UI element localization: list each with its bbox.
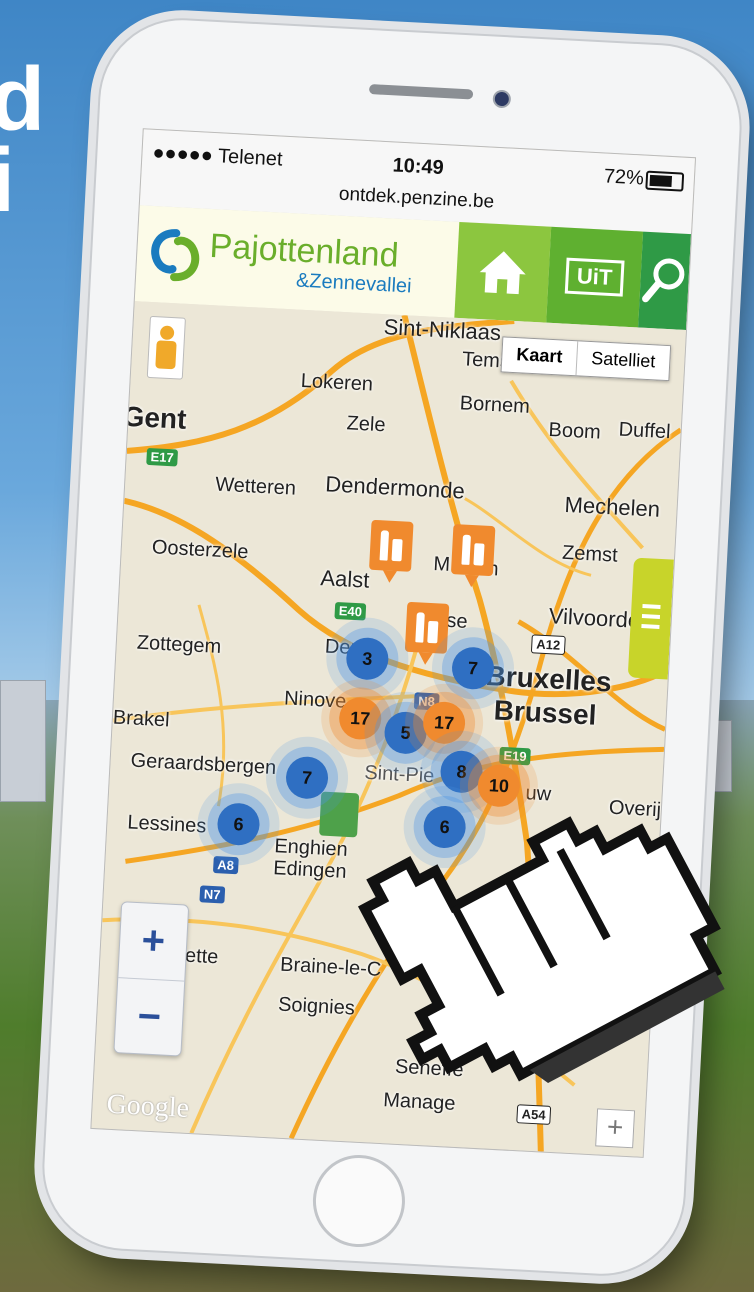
place-label: Gent <box>121 400 188 435</box>
place-label: Mechelen <box>564 491 661 522</box>
place-label: Zemst <box>561 541 619 567</box>
zoom-in-button[interactable]: + <box>118 902 189 982</box>
uit-icon: UiT <box>564 257 625 297</box>
beer-marker[interactable] <box>369 519 414 572</box>
place-label: Lokeren <box>300 369 374 396</box>
phone-camera <box>492 89 512 109</box>
road-shield: N7 <box>199 885 225 904</box>
place-label: Bruxelles <box>484 659 613 698</box>
place-label: Zottegem <box>136 631 222 659</box>
place-label: se <box>445 609 469 633</box>
place-label: Bornem <box>459 392 531 418</box>
beer-marker[interactable] <box>404 601 450 654</box>
place-label: Vilvoorde <box>548 603 641 633</box>
place-label: Ninove <box>283 687 347 713</box>
home-button[interactable] <box>310 1152 408 1250</box>
road-shield: A8 <box>212 855 239 875</box>
zoom-out-button[interactable]: − <box>114 978 184 1056</box>
place-label: Duffel <box>618 418 672 444</box>
search-nav-button[interactable] <box>638 231 692 330</box>
road-shield: E40 <box>334 601 367 621</box>
place-label: Lessines <box>126 811 207 838</box>
zoom-control: + − <box>113 901 190 1057</box>
battery-percent: 72% <box>603 165 645 190</box>
beer-marker[interactable] <box>450 524 496 577</box>
cluster-count: 3 <box>361 647 373 669</box>
cluster-count: 6 <box>233 813 245 834</box>
background-text: di <box>0 50 45 231</box>
logo-name: Pajottenland <box>208 226 400 275</box>
phone-speaker <box>368 84 474 100</box>
battery-icon <box>645 170 685 192</box>
road-shield: E17 <box>146 447 179 467</box>
place-label: Wetteren <box>214 473 297 500</box>
background-building <box>0 680 46 802</box>
logo-subtitle: &Zennevallei <box>295 269 413 298</box>
cluster-count: 17 <box>349 707 371 729</box>
cluster-count: 7 <box>301 766 313 788</box>
place-label: Edingen <box>272 857 348 883</box>
cluster-count: 5 <box>400 722 412 743</box>
place-label: Aalst <box>319 565 371 593</box>
place-label: Brakel <box>112 706 171 732</box>
uit-label: UiT <box>576 263 614 291</box>
place-label: M <box>432 553 451 576</box>
road-shield: A12 <box>530 634 566 656</box>
place-label: Zele <box>346 412 387 437</box>
logo-mark-icon <box>151 229 200 282</box>
place-label: Brussel <box>493 694 598 731</box>
side-menu-tab[interactable] <box>627 557 674 680</box>
expand-icon[interactable]: + <box>595 1108 636 1149</box>
site-logo[interactable]: Pajottenland &Zennevallei <box>145 222 458 306</box>
uit-nav-button[interactable]: UiT <box>546 226 644 328</box>
map-type-kaart-button[interactable]: Kaart <box>501 337 579 376</box>
street-view-pegman-icon[interactable] <box>146 315 186 380</box>
cluster-count: 7 <box>467 657 479 679</box>
cluster-count: 17 <box>433 711 455 733</box>
home-icon <box>479 251 526 295</box>
home-nav-button[interactable] <box>454 221 552 323</box>
google-attribution: Google <box>105 1088 190 1124</box>
road-shield: E19 <box>499 746 532 766</box>
place-label: Boom <box>548 418 602 444</box>
map-type-satelliet-button[interactable]: Satelliet <box>576 341 670 380</box>
search-icon <box>642 258 685 303</box>
pointing-hand-icon <box>357 816 725 1083</box>
